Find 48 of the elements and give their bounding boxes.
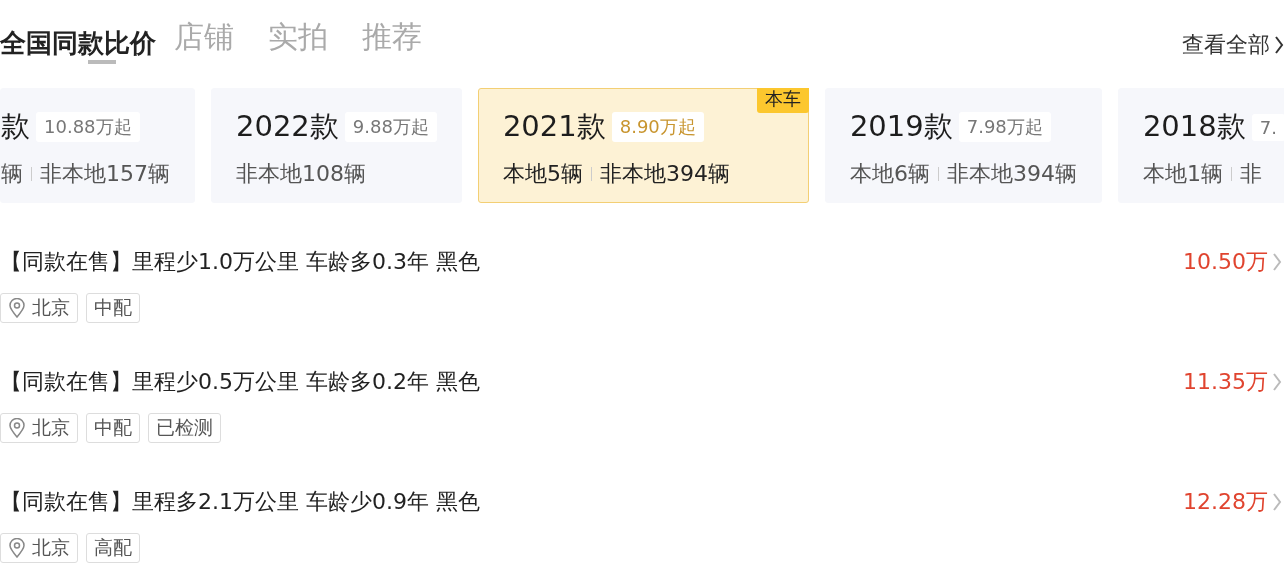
chevron-right-icon: [1274, 35, 1284, 55]
location-pin-icon: [8, 418, 26, 438]
spec-tag: 高配: [86, 533, 140, 563]
car-count: 本地6辆: [849, 160, 930, 188]
car-count: 本地5辆: [502, 160, 583, 188]
chevron-right-icon: [1272, 372, 1282, 392]
car-count: 非本地157辆: [40, 160, 170, 188]
car-count: 非本地394辆: [946, 160, 1077, 188]
year-card[interactable]: 2018款 7. 本地1辆 非: [1117, 88, 1284, 203]
location-tag: 北京: [0, 413, 78, 443]
location-tag: 北京: [0, 293, 78, 323]
listing-price[interactable]: 12.28万: [1183, 487, 1284, 517]
section-title: 全国同款比价: [0, 27, 156, 60]
spec-tag: 中配: [86, 293, 140, 323]
model-year: 款: [1, 108, 30, 145]
chevron-right-icon: [1272, 252, 1282, 272]
year-card[interactable]: 2022款 9.88万起 非本地108辆: [211, 88, 462, 203]
car-count: 非本地108辆: [236, 160, 366, 188]
model-year: 2022款: [236, 108, 339, 145]
location-pin-icon: [8, 298, 26, 318]
car-count: 非: [1239, 160, 1262, 188]
car-count: 本地1辆: [1142, 160, 1223, 188]
starting-price: 7.98万起: [958, 112, 1051, 142]
listing-title[interactable]: 【同款在售】里程多2.1万公里 车龄少0.9年 黑色: [0, 487, 480, 517]
starting-price: 10.88万起: [36, 112, 140, 142]
model-year: 2019款: [849, 108, 953, 145]
tab-indicator: [88, 60, 116, 64]
year-card[interactable]: 2021款 8.90万起 本地5辆 非本地394辆 本车: [477, 88, 809, 203]
model-year: 2021款: [502, 108, 606, 145]
location-pin-icon: [8, 538, 26, 558]
starting-price: 7.: [1251, 113, 1284, 141]
starting-price: 8.90万起: [611, 112, 704, 142]
spec-tag: 中配: [86, 413, 140, 443]
year-card[interactable]: 款 10.88万起 辆 非本地157辆: [0, 88, 195, 203]
car-count: 辆: [1, 160, 23, 188]
starting-price: 9.88万起: [344, 112, 437, 142]
view-all-link[interactable]: 查看全部: [1182, 30, 1284, 60]
listing-price[interactable]: 11.35万: [1183, 367, 1284, 397]
location-tag: 北京: [0, 533, 78, 563]
listing-title[interactable]: 【同款在售】里程少0.5万公里 车龄多0.2年 黑色: [0, 367, 480, 397]
listing-title[interactable]: 【同款在售】里程少1.0万公里 车龄多0.3年 黑色: [0, 247, 480, 277]
current-car-badge: 本车: [756, 88, 809, 113]
chevron-right-icon: [1272, 492, 1282, 512]
spec-tag: 已检测: [148, 413, 221, 443]
car-count: 非本地394辆: [599, 160, 730, 188]
listing-price[interactable]: 10.50万: [1183, 247, 1284, 277]
year-card[interactable]: 2019款 7.98万起 本地6辆 非本地394辆: [824, 88, 1102, 203]
model-year: 2018款: [1142, 108, 1246, 145]
